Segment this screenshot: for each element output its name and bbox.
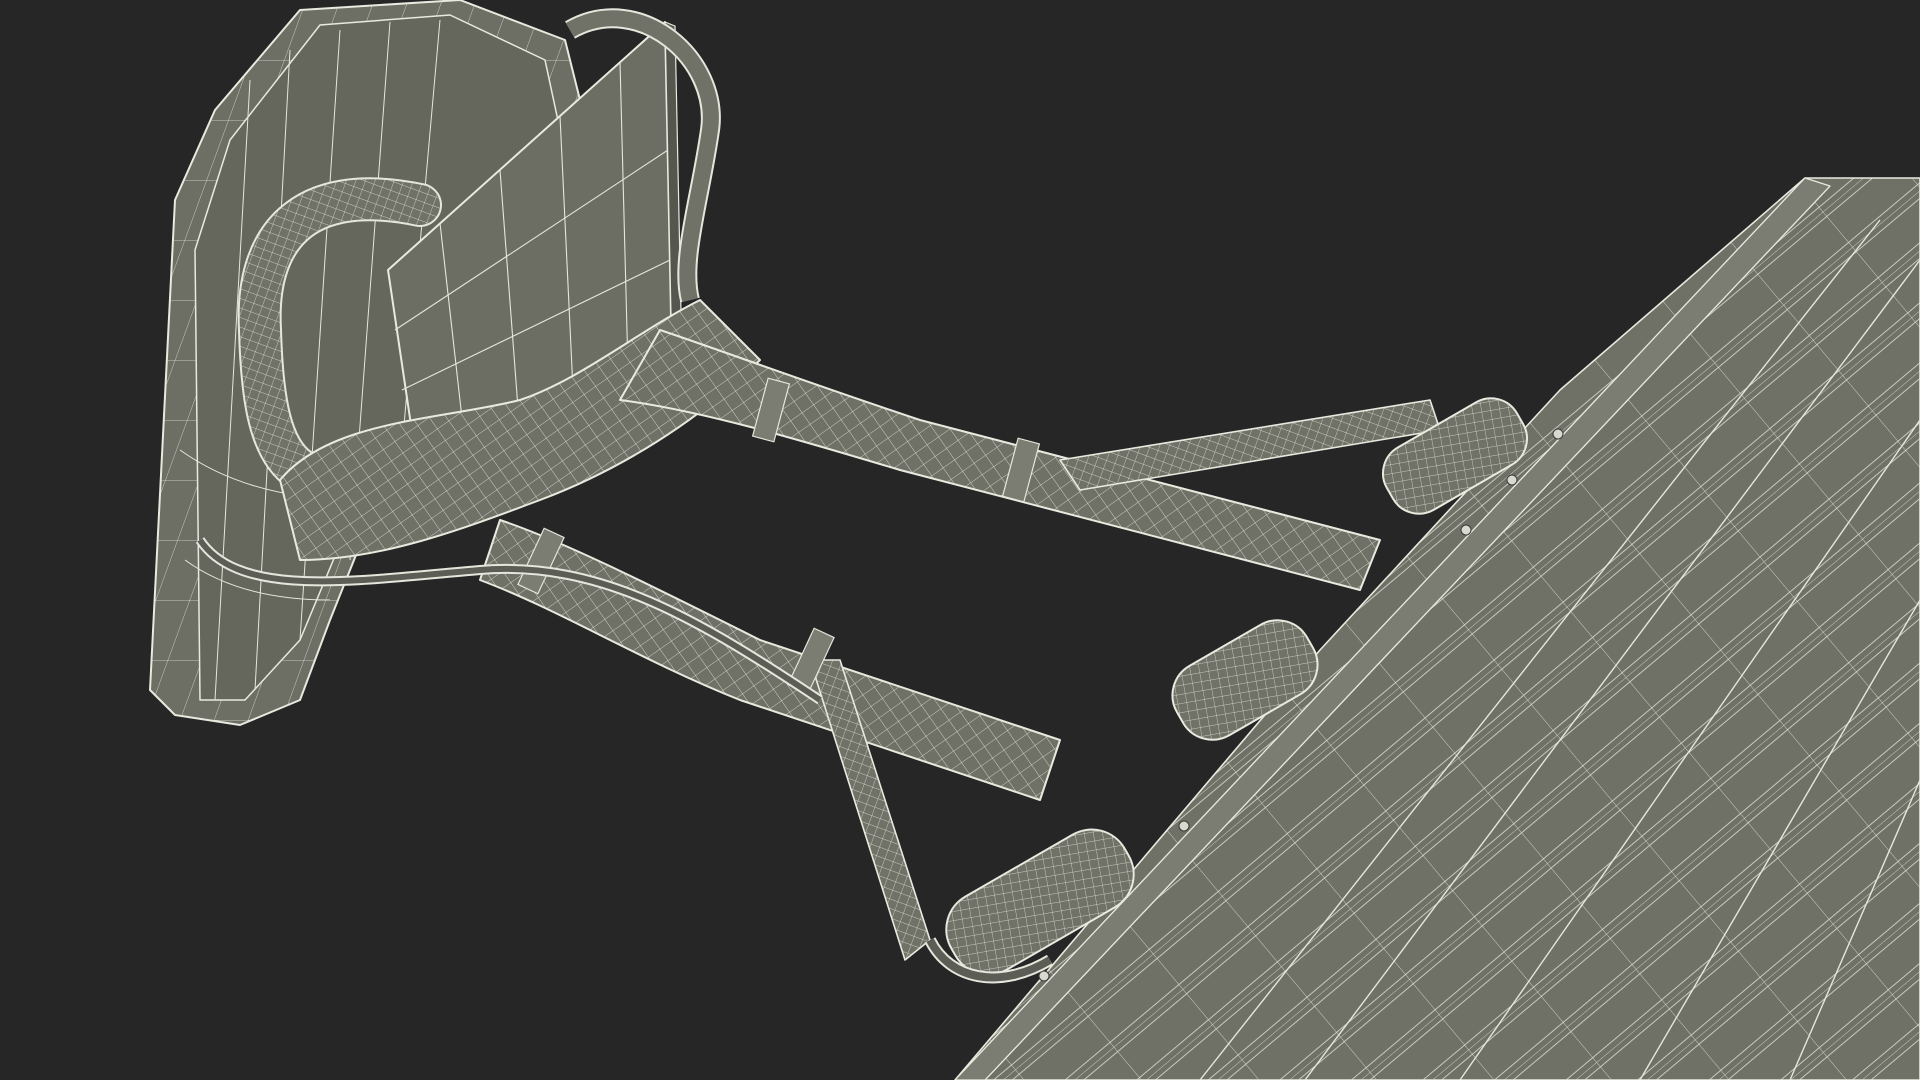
wireframe-render <box>149 0 1920 1080</box>
platform-deck <box>954 177 1920 1080</box>
upper-arm <box>619 329 1441 591</box>
